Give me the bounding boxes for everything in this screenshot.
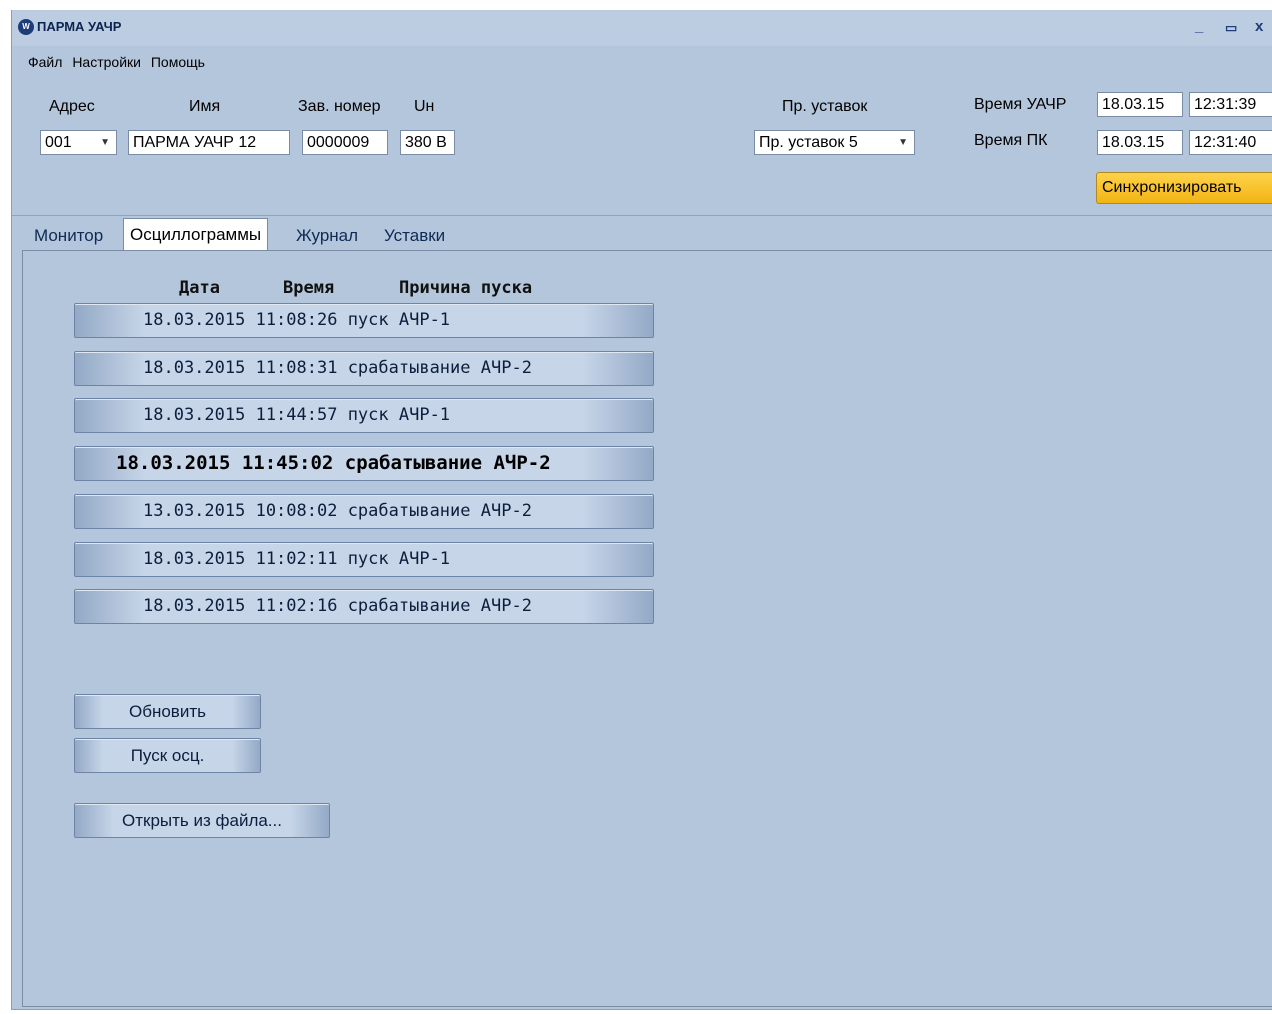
minimize-button[interactable]: _	[1195, 18, 1203, 35]
synchronize-button[interactable]: Синхронизировать	[1096, 172, 1272, 204]
device-time-field: 12:31:39	[1189, 92, 1272, 117]
settings-profile-select[interactable]: Пр. уставок 5 ▼	[754, 130, 915, 155]
column-date-header: Дата	[179, 278, 220, 298]
tab-monitor[interactable]: Монитор	[34, 226, 103, 246]
title-bar[interactable]: W ПАРМА УАЧР _ ▭ x	[12, 10, 1272, 46]
app-logo-icon: W	[18, 19, 34, 35]
oscillogram-row[interactable]: 18.03.2015 11:02:16 срабатывание АЧР-2	[74, 589, 654, 624]
menu-bar: Файл Настройки Помощь	[28, 54, 211, 70]
address-select[interactable]: 001 ▼	[40, 130, 117, 155]
refresh-button[interactable]: Обновить	[74, 694, 261, 729]
pc-date-field: 18.03.15	[1097, 130, 1183, 155]
start-oscillogram-button[interactable]: Пуск осц.	[74, 738, 261, 773]
column-cause-header: Причина пуска	[399, 278, 533, 298]
menu-settings[interactable]: Настройки	[72, 54, 141, 70]
address-label: Адрес	[49, 98, 95, 115]
oscillogram-row[interactable]: 13.03.2015 10:08:02 срабатывание АЧР-2	[74, 494, 654, 529]
pc-time-field: 12:31:40	[1189, 130, 1272, 155]
main-window: W ПАРМА УАЧР _ ▭ x Файл Настройки Помощь…	[11, 10, 1272, 1010]
tab-oscillograms[interactable]: Осциллограммы	[123, 218, 269, 251]
maximize-button[interactable]: ▭	[1225, 20, 1237, 36]
oscillogram-row[interactable]: 18.03.2015 11:08:31 срабатывание АЧР-2	[74, 351, 654, 386]
device-name-field[interactable]: ПАРМА УАЧР 12	[128, 130, 290, 155]
app-title: ПАРМА УАЧР	[37, 19, 122, 34]
tab-settings[interactable]: Уставки	[384, 226, 445, 246]
tab-journal[interactable]: Журнал	[296, 226, 358, 246]
oscillogram-row[interactable]: 18.03.2015 11:44:57 пуск АЧР-1	[74, 398, 654, 433]
close-button[interactable]: x	[1255, 18, 1263, 35]
settings-profile-value: Пр. уставок 5	[759, 134, 858, 151]
serial-label: Зав. номер	[298, 98, 381, 115]
open-from-file-button[interactable]: Открыть из файла...	[74, 803, 330, 838]
header-divider	[12, 215, 1272, 216]
chevron-down-icon: ▼	[898, 137, 908, 148]
menu-file[interactable]: Файл	[28, 54, 62, 70]
name-label: Имя	[189, 98, 221, 115]
address-value: 001	[45, 134, 72, 151]
oscillogram-row[interactable]: 18.03.2015 11:08:26 пуск АЧР-1	[74, 303, 654, 338]
column-time-header: Время	[283, 278, 335, 298]
pc-time-label: Время ПК	[974, 132, 1048, 149]
settings-profile-label: Пр. уставок	[782, 98, 868, 115]
oscillogram-row[interactable]: 18.03.2015 11:02:11 пуск АЧР-1	[74, 542, 654, 577]
un-label: Uн	[414, 98, 435, 115]
oscillogram-row-selected[interactable]: 18.03.2015 11:45:02 срабатывание АЧР-2	[74, 446, 654, 481]
serial-number-field[interactable]: 0000009	[302, 130, 388, 155]
device-date-field: 18.03.15	[1097, 92, 1183, 117]
chevron-down-icon: ▼	[100, 137, 110, 148]
menu-help[interactable]: Помощь	[151, 54, 205, 70]
un-field[interactable]: 380 В	[400, 130, 455, 155]
device-time-label: Время УАЧР	[974, 96, 1067, 113]
